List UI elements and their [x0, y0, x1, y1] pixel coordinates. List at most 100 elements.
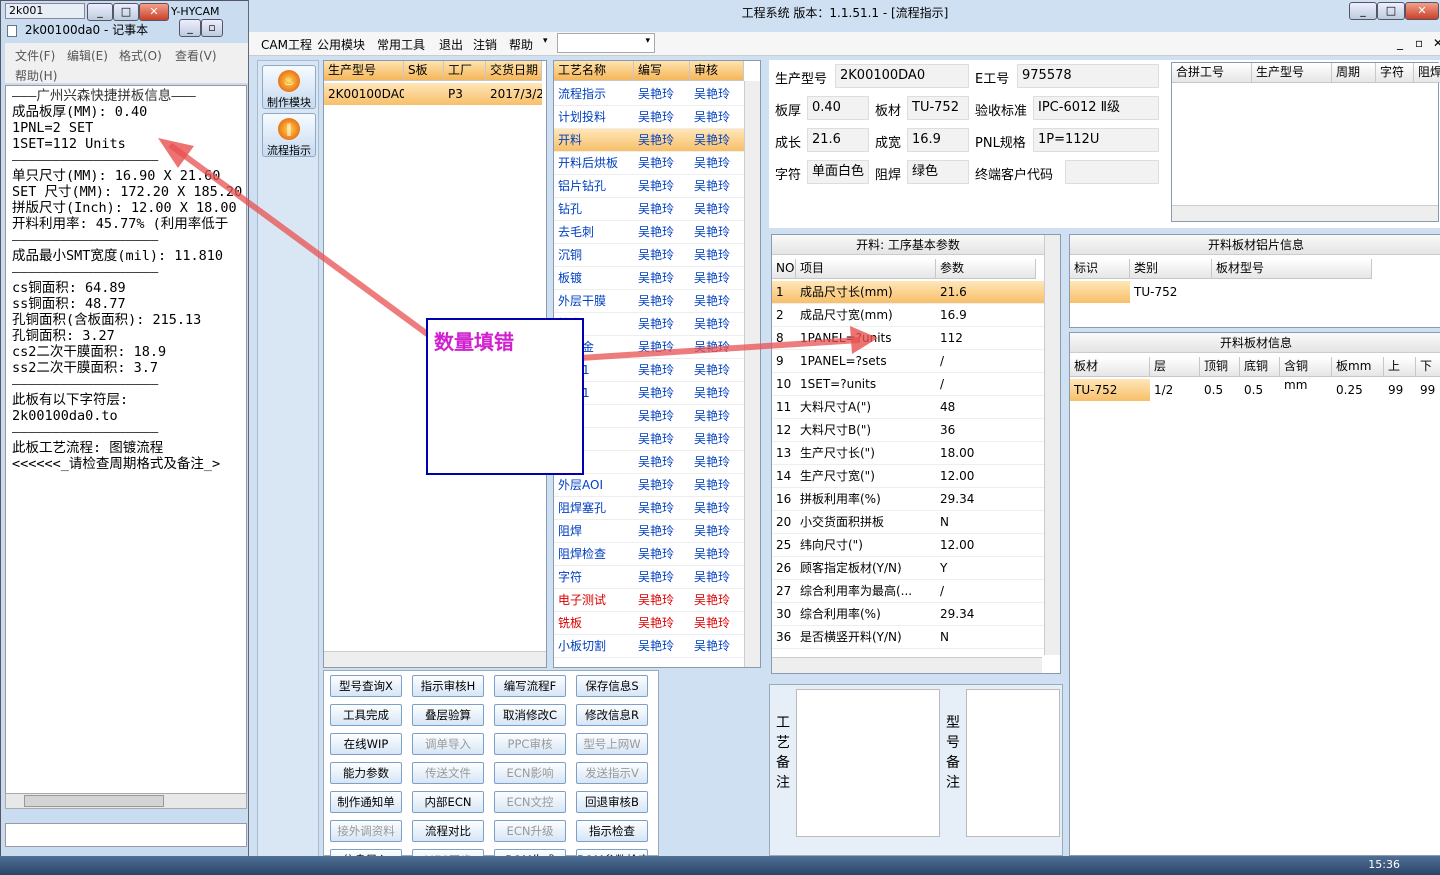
sheet-header[interactable]: 上 [1384, 357, 1416, 377]
action-button[interactable]: 流程对比 [412, 820, 484, 842]
chevron-down-icon[interactable]: ▾ [543, 36, 548, 46]
action-button[interactable]: ECN升级 [494, 820, 566, 842]
wid-field[interactable]: 16.9 [907, 128, 969, 152]
table-row[interactable]: 铝片钻孔 吴艳玲 吴艳玲 [554, 175, 744, 198]
action-button[interactable]: 在线WIP [330, 733, 402, 755]
sheet-header[interactable]: 下 [1416, 357, 1440, 377]
menu-common-tools[interactable]: 常用工具 [377, 36, 425, 53]
action-button[interactable]: PPC审核 [494, 733, 566, 755]
pnl-field[interactable]: 1P=112U [1033, 128, 1159, 152]
mask-field[interactable]: 绿色 [907, 160, 969, 184]
table-row[interactable]: 字符 吴艳玲 吴艳玲 [554, 566, 744, 589]
table-row[interactable]: 外层干膜 吴艳玲 吴艳玲 [554, 290, 744, 313]
table-row[interactable]: 开料 吴艳玲 吴艳玲 [554, 129, 744, 152]
params-header[interactable]: 参数 [936, 259, 1036, 279]
module-combo[interactable]: ▾ [557, 33, 655, 53]
nav-make-module[interactable]: ♨ 制作模块 [262, 65, 316, 109]
process-vscrollbar[interactable] [744, 81, 760, 667]
table-row[interactable]: 去毛刺 吴艳玲 吴艳玲 [554, 221, 744, 244]
action-button[interactable]: 编写流程F [494, 675, 566, 697]
std-field[interactable]: IPC-6012 Ⅱ级 [1033, 96, 1159, 120]
table-row[interactable]: 8 1PANEL=?units 112 [772, 327, 1044, 350]
sheet-header[interactable]: 板材 [1070, 357, 1150, 377]
action-button[interactable]: 型号查询X [330, 675, 402, 697]
model-remark-field[interactable] [966, 689, 1060, 837]
sheet-header[interactable]: 顶铜 [1200, 357, 1240, 377]
merge-header[interactable]: 周期 [1332, 63, 1376, 83]
table-row[interactable]: 沉铜 吴艳玲 吴艳玲 [554, 244, 744, 267]
notepad-tab[interactable]: 2k001 [5, 3, 85, 19]
table-row[interactable]: 开料后烘板 吴艳玲 吴艳玲 [554, 152, 744, 175]
action-button[interactable]: 取消修改C [494, 704, 566, 726]
process-header[interactable]: 审核 [690, 61, 744, 81]
params-vscrollbar[interactable] [1044, 235, 1060, 655]
menu-view[interactable]: 查看(V) [175, 47, 217, 64]
menu-cam[interactable]: CAM工程 [261, 36, 312, 53]
table-row[interactable]: 钻孔 吴艳玲 吴艳玲 [554, 198, 744, 221]
table-row[interactable]: TU-752 [1070, 281, 1372, 303]
orders-header[interactable]: 交货日期 [486, 61, 542, 81]
params-header[interactable]: 项目 [796, 259, 936, 279]
char-field[interactable]: 单面白色 [807, 160, 869, 184]
close-button[interactable]: ✕ [139, 3, 169, 21]
table-row[interactable]: 1 成品尺寸长(mm) 21.6 [772, 281, 1044, 304]
table-row[interactable]: 外层AOI 吴艳玲 吴艳玲 [554, 474, 744, 497]
sheet-header[interactable]: 底铜 [1240, 357, 1280, 377]
action-button[interactable]: ECN文控 [494, 791, 566, 813]
action-button[interactable]: 调单导入 [412, 733, 484, 755]
action-button[interactable]: 指示检查 [576, 820, 648, 842]
menu-file[interactable]: 文件(F) [15, 47, 55, 64]
menu-edit[interactable]: 编辑(E) [67, 47, 108, 64]
table-row[interactable]: 阻焊塞孔 吴艳玲 吴艳玲 [554, 497, 744, 520]
table-row[interactable]: 27 综合利用率为最高(... / [772, 580, 1044, 603]
process-header[interactable]: 工艺名称 [554, 61, 634, 81]
table-row[interactable]: 30 综合利用率(%) 29.34 [772, 603, 1044, 626]
thick-field[interactable]: 0.40 [807, 96, 869, 120]
child-close[interactable]: ✕ [1433, 36, 1440, 50]
sheet-header[interactable]: 含铜mm [1280, 357, 1332, 392]
orders-header[interactable]: 工厂 [444, 61, 486, 81]
menu-format[interactable]: 格式(O) [119, 47, 162, 64]
model-field[interactable]: 2K00100DA0 [835, 64, 969, 88]
action-button[interactable]: 指示审核H [412, 675, 484, 697]
process-header[interactable]: 编写 [634, 61, 690, 81]
notepad-minimize[interactable]: _ [179, 19, 201, 37]
action-button[interactable]: 型号上网W [576, 733, 648, 755]
e-field[interactable]: 975578 [1017, 64, 1159, 88]
table-row[interactable]: TU-752 1/2 0.5 0.5 0.25 99 99 [1070, 379, 1440, 401]
craft-remark-field[interactable] [796, 689, 940, 837]
notepad-restore[interactable]: ▫ [201, 19, 223, 37]
action-button[interactable]: 发送指示V [576, 762, 648, 784]
table-row[interactable]: 小板切割 吴艳玲 吴艳玲 [554, 635, 744, 658]
merge-hscrollbar[interactable] [1172, 205, 1438, 221]
table-row[interactable]: 计划投料 吴艳玲 吴艳玲 [554, 106, 744, 129]
main-close[interactable]: ✕ [1405, 2, 1439, 20]
table-row[interactable]: 10 1SET=?units / [772, 373, 1044, 396]
merge-header[interactable]: 生产型号 [1252, 63, 1332, 83]
table-row[interactable]: 16 拼板利用率(%) 29.34 [772, 488, 1044, 511]
table-row[interactable]: 铣板 吴艳玲 吴艳玲 [554, 612, 744, 635]
menu-exit[interactable]: 退出 [439, 36, 463, 53]
table-row[interactable]: 13 生产尺寸长(") 18.00 [772, 442, 1044, 465]
child-minimize[interactable]: _ [1397, 36, 1403, 50]
alum-header[interactable]: 标识 [1070, 259, 1130, 279]
merge-header[interactable]: 阻焊 [1414, 63, 1440, 83]
orders-header[interactable]: S板 [404, 61, 444, 81]
action-button[interactable]: 保存信息S [576, 675, 648, 697]
table-row[interactable]: 25 纬向尺寸(") 12.00 [772, 534, 1044, 557]
menu-help[interactable]: 帮助 [509, 36, 533, 53]
alum-header[interactable]: 类别 [1130, 259, 1212, 279]
table-row[interactable]: 阻焊检查 吴艳玲 吴艳玲 [554, 543, 744, 566]
action-button[interactable]: 工具完成 [330, 704, 402, 726]
orders-hscrollbar[interactable] [324, 651, 546, 667]
action-button[interactable]: 回退审核B [576, 791, 648, 813]
cust-field[interactable] [1065, 160, 1159, 184]
maximize-button[interactable]: □ [113, 3, 139, 21]
action-button[interactable]: 传送文件 [412, 762, 484, 784]
merge-header[interactable]: 字符 [1376, 63, 1414, 83]
notepad-hscrollbar[interactable] [5, 793, 247, 809]
table-row[interactable]: 20 小交货面积拼板 N [772, 511, 1044, 534]
notepad-text-area[interactable]: ———广州兴森快捷拼板信息——— 成品板厚(MM): 0.40 1PNL=2 SET… [5, 85, 247, 795]
mat-field[interactable]: TU-752 [907, 96, 969, 120]
table-row[interactable]: 阻焊 吴艳玲 吴艳玲 [554, 520, 744, 543]
